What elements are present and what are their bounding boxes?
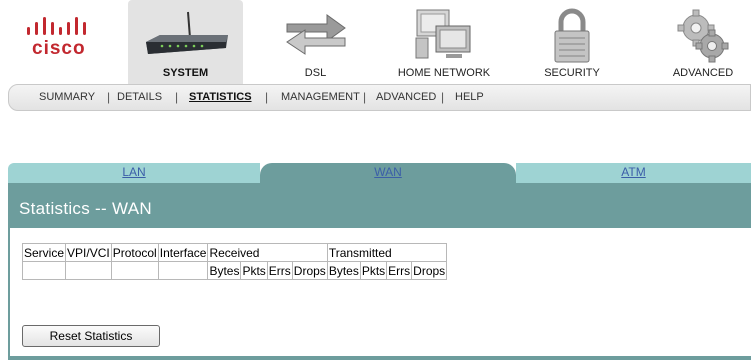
tab-lan[interactable]: LAN xyxy=(8,163,260,183)
subheader-tx-errs: Errs xyxy=(386,261,413,280)
nav-home-network-label: HOME NETWORK xyxy=(397,67,491,79)
transfer-arrows-icon xyxy=(285,14,346,55)
subnav-statistics[interactable]: STATISTICS xyxy=(189,91,252,103)
wan-statistics-table: Service VPI/VCI Protocol Interface Recei… xyxy=(21,243,448,280)
table-header-row: Service VPI/VCI Protocol Interface Recei… xyxy=(21,243,448,262)
header-interface: Interface xyxy=(157,243,209,262)
cisco-bars-icon xyxy=(27,17,86,35)
table-cell-empty xyxy=(65,261,112,280)
header-vpi-vci: VPI/VCI xyxy=(65,243,112,262)
subheader-tx-bytes: Bytes xyxy=(326,261,361,280)
subheader-rx-errs: Errs xyxy=(266,261,293,280)
nav-dsl-label: DSL xyxy=(304,67,327,79)
tab-wan[interactable]: WAN xyxy=(260,163,516,183)
header-service: Service xyxy=(21,243,67,262)
tab-atm[interactable]: ATM xyxy=(516,163,751,183)
table-cell-empty xyxy=(21,261,67,280)
nav-home-network[interactable]: HOME NETWORK xyxy=(390,0,498,84)
router-icon xyxy=(145,11,228,54)
subnav-separator: | xyxy=(441,90,445,104)
subheader-rx-bytes: Bytes xyxy=(207,261,242,280)
reset-statistics-button[interactable]: Reset Statistics xyxy=(22,325,160,347)
subnav-separator: | xyxy=(265,90,269,104)
nav-dsl[interactable]: DSL xyxy=(268,0,363,84)
cisco-logo[interactable]: cisco xyxy=(20,16,110,66)
statistics-panel: Statistics -- WAN Service VPI/VCI Protoc… xyxy=(8,183,751,360)
subnav-details[interactable]: DETAILS xyxy=(117,91,162,103)
tab-atm-label[interactable]: ATM xyxy=(621,165,645,179)
panel-body: Service VPI/VCI Protocol Interface Recei… xyxy=(10,228,751,356)
tab-lan-label[interactable]: LAN xyxy=(122,165,145,179)
padlock-icon xyxy=(554,8,590,63)
subnav-management[interactable]: MANAGEMENT xyxy=(281,91,360,103)
gears-icon xyxy=(677,9,729,63)
nav-advanced[interactable]: ADVANCED xyxy=(660,0,746,84)
subnav-advanced[interactable]: ADVANCED xyxy=(376,91,436,103)
cisco-wordmark: cisco xyxy=(32,38,86,59)
subheader-rx-pkts: Pkts xyxy=(240,261,268,280)
nav-system[interactable]: SYSTEM xyxy=(128,0,243,84)
subheader-rx-drops: Drops xyxy=(291,261,328,280)
table-cell-empty xyxy=(110,261,159,280)
table-subheader-row: Bytes Pkts Errs Drops Bytes Pkts Errs Dr… xyxy=(21,261,448,280)
nav-system-label: SYSTEM xyxy=(162,67,209,79)
section-tabs: LAN WAN ATM xyxy=(8,163,751,183)
sub-navigation: SUMMARY | DETAILS | STATISTICS | MANAGEM… xyxy=(8,84,751,111)
tab-wan-label[interactable]: WAN xyxy=(374,165,402,179)
subnav-separator: | xyxy=(363,90,367,104)
subnav-help[interactable]: HELP xyxy=(455,91,484,103)
network-computers-icon xyxy=(415,9,471,59)
subnav-summary[interactable]: SUMMARY xyxy=(39,91,95,103)
subnav-separator: | xyxy=(107,90,111,104)
subheader-tx-drops: Drops xyxy=(411,261,448,280)
nav-advanced-label: ADVANCED xyxy=(672,67,734,79)
table-cell-empty xyxy=(157,261,209,280)
header-transmitted: Transmitted xyxy=(326,243,448,262)
top-navigation: cisco SYSTEM DSL HOME NETWORK SECURITY A… xyxy=(0,0,751,84)
nav-security-label: SECURITY xyxy=(544,67,600,79)
nav-security[interactable]: SECURITY xyxy=(528,0,616,84)
subheader-tx-pkts: Pkts xyxy=(359,261,388,280)
subnav-separator: | xyxy=(175,90,179,104)
header-received: Received xyxy=(207,243,328,262)
page-title: Statistics -- WAN xyxy=(19,199,152,218)
header-protocol: Protocol xyxy=(110,243,159,262)
